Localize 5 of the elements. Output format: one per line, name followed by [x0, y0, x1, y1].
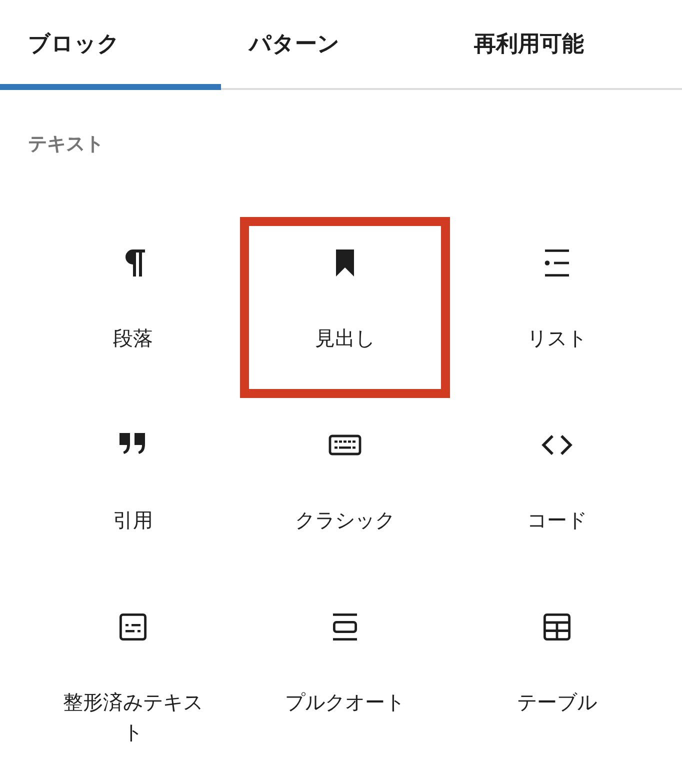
tab[interactable]: パターン — [221, 0, 446, 90]
section-heading: テキスト — [28, 132, 105, 156]
tab[interactable]: ブロック — [0, 0, 221, 90]
tab[interactable]: 再利用可能 — [446, 0, 671, 90]
block-button[interactable]: 見出し — [240, 217, 450, 398]
